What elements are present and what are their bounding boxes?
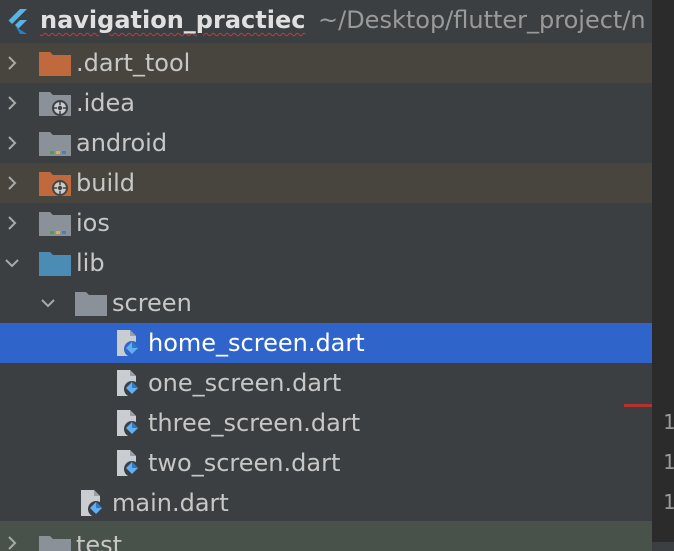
tree-item-two-screen-dart[interactable]: two_screen.dart — [0, 443, 652, 483]
line-number: 1 — [663, 490, 674, 514]
tree-item-android[interactable]: android — [0, 123, 652, 163]
folder-source-icon — [39, 252, 71, 276]
folder-excluded-icon — [39, 52, 71, 76]
tree-item-three-screen-dart[interactable]: three_screen.dart — [0, 403, 652, 443]
chevron-down-icon[interactable] — [38, 293, 58, 313]
chevron-right-icon[interactable] — [2, 53, 22, 73]
tree-item-label: test — [76, 531, 123, 551]
dart-file-icon — [117, 410, 140, 437]
line-number: 1 — [663, 410, 674, 434]
folder-android-icon — [39, 132, 71, 156]
line-number: 1 — [663, 450, 674, 474]
project-path: ~/Desktop/flutter_project/n — [318, 6, 646, 34]
folder-icon — [75, 292, 107, 316]
chevron-right-icon[interactable] — [2, 533, 22, 551]
tree-item-label: android — [76, 129, 168, 157]
tree-item-label: two_screen.dart — [148, 449, 341, 477]
tree-item-label: lib — [76, 249, 105, 277]
tree-item-label: .idea — [76, 89, 136, 117]
folder-build-icon — [39, 172, 71, 196]
project-root-row[interactable]: navigation_practiec ~/Desktop/flutter_pr… — [0, 0, 652, 40]
dart-file-icon — [117, 330, 140, 357]
tree-item-build[interactable]: build — [0, 163, 652, 203]
tree-item-idea[interactable]: .idea — [0, 83, 652, 123]
tree-item-label: .dart_tool — [76, 49, 191, 77]
tree-item-home-screen-dart[interactable]: home_screen.dart — [0, 323, 652, 363]
dart-file-icon — [117, 450, 140, 477]
dart-file-icon — [81, 490, 104, 517]
chevron-right-icon[interactable] — [2, 173, 22, 193]
tree-item-label: one_screen.dart — [148, 369, 342, 397]
tree-item-label: three_screen.dart — [148, 409, 361, 437]
flutter-icon — [8, 9, 27, 34]
tree-item-dart-tool[interactable]: .dart_tool — [0, 43, 652, 83]
tree-item-label: build — [76, 169, 136, 197]
folder-settings-icon — [39, 92, 71, 116]
folder-ios-icon — [39, 212, 71, 236]
tree-item-main-dart[interactable]: main.dart — [0, 483, 652, 523]
chevron-right-icon[interactable] — [2, 133, 22, 153]
chevron-down-icon[interactable] — [2, 253, 22, 273]
chevron-right-icon[interactable] — [2, 93, 22, 113]
project-name: navigation_practiec — [40, 6, 306, 34]
error-marker — [624, 404, 652, 407]
tree-item-label: main.dart — [112, 489, 229, 517]
tree-item-label: home_screen.dart — [148, 329, 365, 357]
dart-file-icon — [117, 370, 140, 397]
tree-item-screen[interactable]: screen — [0, 283, 652, 323]
project-tree: navigation_practiec ~/Desktop/flutter_pr… — [0, 0, 652, 551]
tree-item-test[interactable]: test — [0, 521, 652, 551]
tree-item-ios[interactable]: ios — [0, 203, 652, 243]
tree-item-label: ios — [76, 209, 110, 237]
tree-item-lib[interactable]: lib — [0, 243, 652, 283]
tree-item-label: screen — [112, 289, 192, 317]
tree-item-one-screen-dart[interactable]: one_screen.dart — [0, 363, 652, 403]
chevron-right-icon[interactable] — [2, 213, 22, 233]
